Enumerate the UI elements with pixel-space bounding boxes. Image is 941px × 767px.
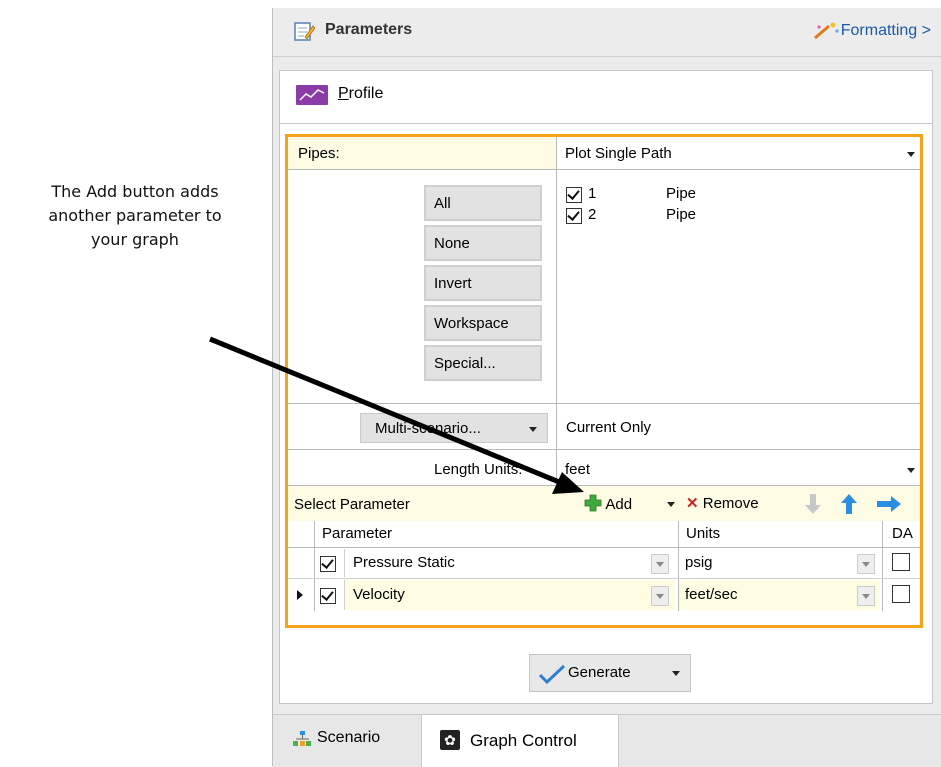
- callout-line-3: your graph: [91, 230, 179, 249]
- chevron-down-icon: [862, 594, 870, 599]
- formatting-link[interactable]: Formatting >: [811, 21, 931, 41]
- table-header: Parameter Units DA: [288, 521, 920, 548]
- length-units-select[interactable]: feet: [557, 450, 920, 484]
- plus-icon: [584, 494, 602, 512]
- tab-divider: [280, 123, 932, 124]
- dropdown-button[interactable]: [857, 554, 875, 574]
- magic-wand-icon: [813, 22, 839, 40]
- select-all-button[interactable]: All: [424, 185, 542, 221]
- move-down-arrow-icon[interactable]: [804, 493, 822, 515]
- pipe-id: 2: [588, 206, 597, 223]
- gear-icon: ✿: [440, 730, 460, 750]
- generate-button[interactable]: Generate: [529, 654, 691, 692]
- select-parameter-toolbar: Select Parameter Add ✕ Remove: [288, 485, 920, 523]
- pipes-mode-select[interactable]: Plot Single Path: [557, 137, 920, 169]
- column-header-units: Units: [686, 525, 721, 542]
- pipes-label-cell: Pipes:: [288, 137, 556, 169]
- generate-label: Generate: [568, 664, 631, 681]
- move-right-arrow-icon[interactable]: [876, 495, 902, 513]
- dropdown-button[interactable]: [857, 586, 875, 606]
- bottom-tab-bar: Scenario ✿ Graph Control: [273, 714, 941, 767]
- column-header-da: DA: [892, 525, 913, 542]
- dropdown-button[interactable]: [651, 554, 669, 574]
- invert-selection-button[interactable]: Invert: [424, 265, 542, 301]
- parameters-panel: Parameters Formatting > Profile Pipes: P…: [272, 8, 941, 767]
- da-checkbox[interactable]: [892, 585, 910, 603]
- remove-label: Remove: [702, 495, 759, 512]
- scenario-value: Current Only: [566, 419, 652, 436]
- parameter-name: Velocity: [353, 586, 405, 603]
- parameter-select[interactable]: Pressure Static: [344, 549, 675, 577]
- panel-header: Parameters Formatting >: [273, 8, 941, 57]
- list-item[interactable]: 1 Pipe: [566, 185, 906, 207]
- profile-tab-label: Profile: [338, 85, 384, 102]
- formatting-label: Formatting >: [840, 22, 931, 40]
- checkmark-icon: [538, 664, 566, 684]
- multi-scenario-button[interactable]: Multi-scenario...: [360, 413, 548, 443]
- panel-title: Parameters: [325, 21, 413, 38]
- units-value: psig: [685, 554, 713, 571]
- tab-scenario-label: Scenario: [317, 729, 381, 746]
- parameter-table: Parameter Units DA Pressure Static psig: [288, 521, 920, 625]
- notepad-pencil-icon: [294, 22, 315, 41]
- chevron-down-icon: [529, 427, 537, 432]
- column-header-parameter: Parameter: [322, 525, 393, 542]
- length-units-value: feet: [565, 461, 591, 478]
- special-selection-button[interactable]: Special...: [424, 345, 542, 381]
- parameter-enabled-checkbox[interactable]: [320, 588, 336, 604]
- workspace-selection-button[interactable]: Workspace: [424, 305, 542, 341]
- add-parameter-button[interactable]: Add: [584, 494, 632, 513]
- pipes-label: Pipes:: [298, 145, 340, 162]
- pipe-type: Pipe: [666, 185, 697, 202]
- chevron-down-icon[interactable]: [672, 671, 680, 676]
- select-parameter-label: Select Parameter: [294, 496, 410, 513]
- parameter-name: Pressure Static: [353, 554, 455, 571]
- units-select[interactable]: feet/sec: [679, 580, 879, 610]
- chevron-down-icon: [907, 468, 915, 473]
- parameter-select[interactable]: Velocity: [344, 580, 675, 610]
- scenario-tree-icon: [293, 731, 311, 746]
- pipe-id: 1: [588, 185, 597, 202]
- select-none-button[interactable]: None: [424, 225, 542, 261]
- tab-graph-control-label: Graph Control: [470, 731, 577, 750]
- da-checkbox[interactable]: [892, 553, 910, 571]
- tab-scenario[interactable]: Scenario: [279, 715, 419, 761]
- row-divider: [288, 169, 920, 170]
- length-units-label: Length Units:: [434, 461, 523, 478]
- parameter-enabled-checkbox[interactable]: [320, 556, 336, 572]
- profile-line-chart-icon: [296, 85, 328, 105]
- chevron-down-icon: [656, 594, 664, 599]
- chevron-down-icon: [907, 152, 915, 157]
- dropdown-button[interactable]: [651, 586, 669, 606]
- table-row[interactable]: Velocity feet/sec: [288, 579, 920, 611]
- list-item[interactable]: 2 Pipe: [566, 206, 906, 228]
- units-value: feet/sec: [685, 586, 738, 603]
- pipe-type: Pipe: [666, 206, 697, 223]
- callout-text: The Add button adds another parameter to…: [4, 180, 266, 252]
- remove-parameter-button[interactable]: ✕ Remove: [686, 494, 759, 512]
- pipes-mode-value: Plot Single Path: [565, 145, 672, 162]
- chevron-down-icon: [862, 562, 870, 567]
- add-dropdown-chevron-icon[interactable]: [667, 502, 675, 507]
- move-up-arrow-icon[interactable]: [840, 493, 858, 515]
- pipe-checkbox[interactable]: [566, 187, 582, 203]
- row-divider: [288, 403, 920, 404]
- units-select[interactable]: psig: [679, 549, 879, 577]
- pipe-checkbox[interactable]: [566, 208, 582, 224]
- x-icon: ✕: [686, 495, 699, 512]
- callout-line-1: The Add button adds: [51, 182, 219, 201]
- multi-scenario-label: Multi-scenario...: [375, 420, 481, 437]
- callout-line-2: another parameter to: [48, 206, 222, 225]
- column-divider: [556, 137, 557, 485]
- profile-settings-frame: Pipes: Plot Single Path All None Invert …: [285, 134, 923, 628]
- chevron-down-icon: [656, 562, 664, 567]
- current-row-indicator-icon: [297, 590, 303, 600]
- add-label: Add: [605, 496, 633, 513]
- tab-profile[interactable]: Profile: [280, 71, 480, 121]
- tab-graph-control[interactable]: ✿ Graph Control: [421, 715, 619, 767]
- table-row[interactable]: Pressure Static psig: [288, 548, 920, 579]
